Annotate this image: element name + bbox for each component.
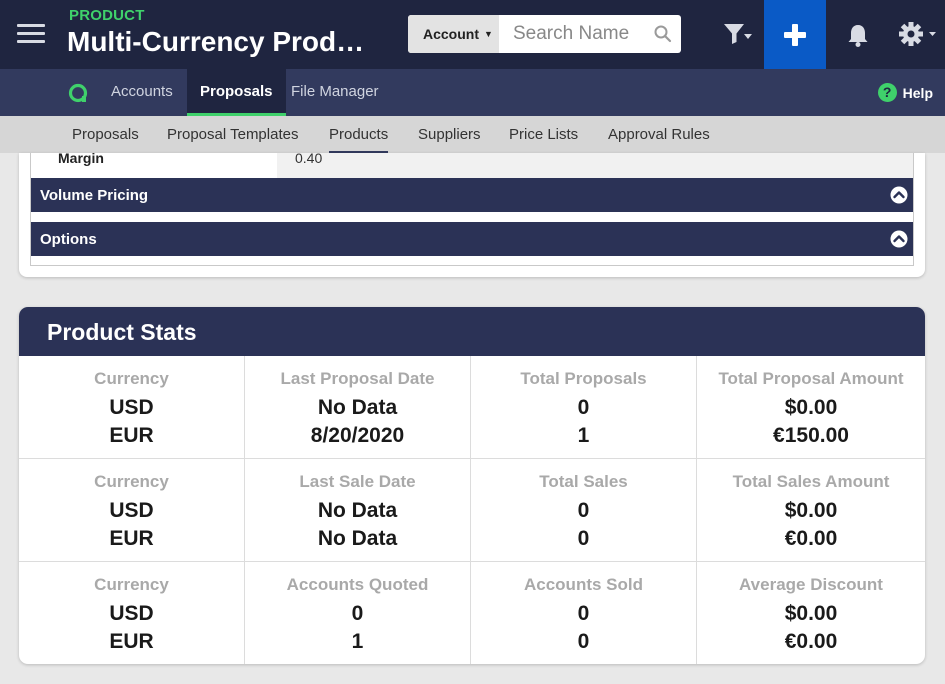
chevron-up-icon[interactable] [890, 230, 908, 248]
options-header[interactable]: Options [31, 222, 913, 256]
details-panel: Margin 0.40 Volume Pricing Options [30, 153, 914, 266]
stat-value: 1 [351, 630, 364, 653]
main-nav: Accounts Proposals File Manager ? Help [0, 69, 945, 116]
help-label: Help [902, 84, 933, 101]
subtab-approval-rules[interactable]: Approval Rules [608, 116, 710, 153]
stat-cell: Total Sales 0 0 [471, 459, 697, 562]
margin-label-cell: Margin [31, 153, 277, 178]
stat-value: 8/20/2020 [310, 424, 405, 447]
stat-value: EUR [109, 424, 154, 447]
stat-value: €150.00 [773, 424, 849, 447]
caret-down-icon: ▼ [484, 29, 493, 39]
stat-value: 0 [577, 527, 590, 550]
stat-cell: Average Discount $0.00 €0.00 [697, 562, 925, 664]
subtab-proposal-templates[interactable]: Proposal Templates [167, 116, 298, 153]
stat-cell: Total Sales Amount $0.00 €0.00 [697, 459, 925, 562]
stat-value: 0 [577, 396, 590, 419]
filter-icon[interactable] [722, 21, 752, 47]
stat-header: Currency [94, 472, 169, 491]
tab-file-manager[interactable]: File Manager [278, 69, 392, 116]
gear-icon[interactable] [898, 21, 938, 47]
stat-value: $0.00 [784, 499, 838, 522]
menu-icon[interactable] [17, 24, 45, 44]
plus-icon [784, 23, 806, 46]
page-title: Multi-Currency Prod… [67, 26, 365, 57]
stat-cell: Currency USD EUR [19, 459, 245, 562]
chevron-up-icon[interactable] [890, 186, 908, 204]
stat-header: Accounts Quoted [286, 575, 429, 594]
stat-header: Total Sales [539, 472, 628, 491]
stat-value: USD [109, 499, 154, 522]
stat-cell: Last Proposal Date No Data 8/20/2020 [245, 356, 471, 459]
stat-value: 0 [577, 602, 590, 625]
volume-pricing-label: Volume Pricing [40, 187, 149, 204]
stat-value: 0 [577, 630, 590, 653]
stat-header: Currency [94, 369, 169, 388]
stat-value: USD [109, 602, 154, 625]
tab-accounts[interactable]: Accounts [98, 69, 186, 116]
help-icon: ? [877, 83, 897, 102]
stat-value: 0 [577, 499, 590, 522]
stat-value: No Data [317, 527, 398, 550]
subtab-price-lists[interactable]: Price Lists [509, 116, 578, 153]
tab-proposals[interactable]: Proposals [187, 69, 286, 116]
search-input[interactable] [499, 15, 649, 53]
stat-value: USD [109, 396, 154, 419]
stat-cell: Total Proposal Amount $0.00 €150.00 [697, 356, 925, 459]
stat-value: No Data [317, 499, 398, 522]
stat-value: 1 [577, 424, 590, 447]
add-button[interactable] [764, 0, 826, 69]
stat-value: 0 [351, 602, 364, 625]
record-type-label: PRODUCT [69, 7, 145, 24]
stat-cell: Currency USD EUR [19, 562, 245, 664]
stat-header: Total Sales Amount [732, 472, 890, 491]
stat-cell: Currency USD EUR [19, 356, 245, 459]
product-stats-header: Product Stats [19, 307, 925, 356]
margin-value: 0.40 [295, 153, 323, 166]
sub-nav: Proposals Proposal Templates Products Su… [0, 116, 945, 153]
stat-header: Average Discount [739, 575, 883, 594]
product-details-card: Margin 0.40 Volume Pricing Options [19, 153, 925, 277]
stat-value: No Data [317, 396, 398, 419]
stat-value: €0.00 [784, 630, 838, 653]
stat-cell: Accounts Sold 0 0 [471, 562, 697, 664]
options-label: Options [40, 231, 97, 248]
stat-header: Total Proposal Amount [718, 369, 904, 388]
brand-logo-icon[interactable] [67, 82, 89, 104]
margin-label: Margin [58, 153, 104, 166]
product-stats-title: Product Stats [47, 319, 197, 345]
subtab-proposals[interactable]: Proposals [72, 116, 139, 153]
stat-value: EUR [109, 630, 154, 653]
help-link[interactable]: ? Help [877, 83, 933, 102]
stat-header: Accounts Sold [523, 575, 643, 594]
bell-icon[interactable] [846, 22, 870, 48]
margin-value-cell: 0.40 [277, 153, 913, 178]
stat-cell: Accounts Quoted 0 1 [245, 562, 471, 664]
product-stats-card: Product Stats Currency USD EUR Last Prop… [19, 307, 925, 664]
stat-cell: Last Sale Date No Data No Data [245, 459, 471, 562]
stat-header: Last Proposal Date [280, 369, 435, 388]
search-bar: Account ▼ [408, 15, 681, 53]
stat-cell: Total Proposals 0 1 [471, 356, 697, 459]
stat-value: $0.00 [784, 396, 838, 419]
stat-header: Total Proposals [520, 369, 647, 388]
stats-grid: Currency USD EUR Last Proposal Date No D… [19, 356, 925, 664]
stat-header: Last Sale Date [299, 472, 416, 491]
stat-header: Currency [94, 575, 169, 594]
stat-value: EUR [109, 527, 154, 550]
subtab-products[interactable]: Products [329, 116, 389, 153]
search-scope-label: Account [423, 26, 479, 42]
search-icon[interactable] [653, 24, 673, 44]
volume-pricing-header[interactable]: Volume Pricing [31, 178, 913, 212]
stat-value: $0.00 [784, 602, 838, 625]
search-scope-dropdown[interactable]: Account ▼ [408, 15, 499, 53]
app-header: PRODUCT Multi-Currency Prod… Account ▼ [0, 0, 945, 69]
subtab-suppliers[interactable]: Suppliers [418, 116, 481, 153]
stat-value: €0.00 [784, 527, 838, 550]
